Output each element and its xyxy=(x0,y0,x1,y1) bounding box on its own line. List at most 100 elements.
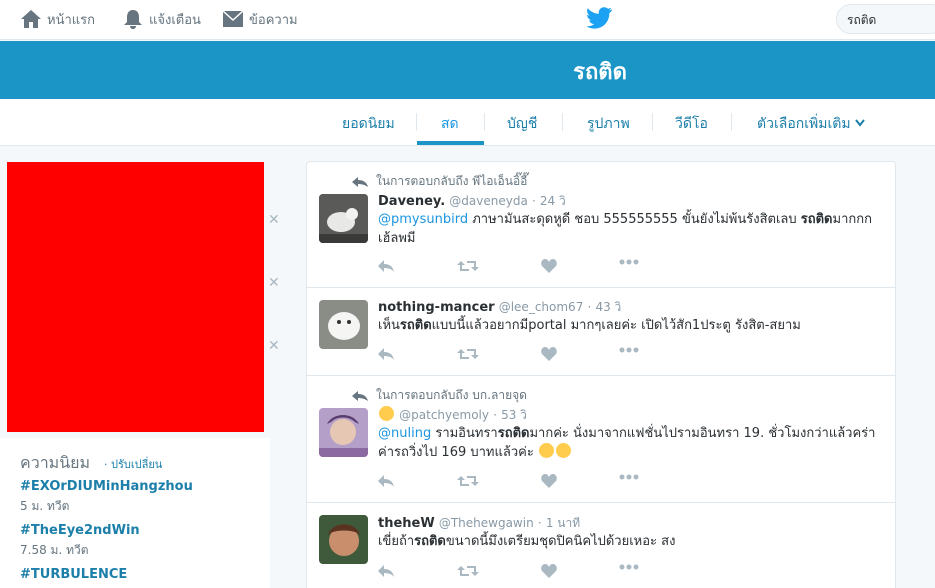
top-navigation: หน้าแรก แจ้งเตือน ข้อความ รถติด xyxy=(0,0,935,40)
handle[interactable]: @lee_chom67 xyxy=(499,300,584,314)
separator-dot: · xyxy=(493,408,497,422)
redacted-block xyxy=(7,162,264,432)
retweet-icon[interactable] xyxy=(457,259,479,273)
tab-divider xyxy=(416,113,417,131)
separator-dot: · xyxy=(531,194,536,208)
tweet[interactable]: ในการตอบกลับถึง บก.ลายจุด @patchyemoly ·… xyxy=(307,376,895,503)
tweet-header: nothing-mancer @lee_chom67 · 43 วิ xyxy=(378,298,621,317)
handle[interactable]: @patchyemoly xyxy=(399,408,489,422)
timestamp[interactable]: 53 วิ xyxy=(501,408,527,422)
tab-live[interactable]: สด xyxy=(441,113,459,135)
handle[interactable]: @daveneyda xyxy=(449,194,528,208)
nav-messages[interactable]: ข้อความ xyxy=(222,8,298,30)
tweet-header: theheW @Thehewgawin · 1 นาที xyxy=(378,514,580,533)
dismiss-icon[interactable]: ✕ xyxy=(268,212,280,228)
nav-messages-label: ข้อความ xyxy=(249,12,298,28)
avatar-photo xyxy=(319,194,368,243)
retweet-icon[interactable] xyxy=(457,564,479,578)
reply-context-text: ในการตอบกลับถึง บก.ลายจุด xyxy=(376,388,527,402)
screaming-emoji-icon xyxy=(538,443,554,458)
avatar-photo xyxy=(319,515,368,564)
tab-divider xyxy=(484,113,485,131)
timestamp[interactable]: 1 นาที xyxy=(546,516,580,530)
tab-more-options[interactable]: ตัวเลือกเพิ่มเติม xyxy=(757,113,865,135)
nav-notifications-label: แจ้งเตือน xyxy=(149,12,201,28)
separator-dot: · xyxy=(537,516,542,530)
tweet-text-part: เขี่ยถ้า xyxy=(378,534,415,549)
handle[interactable]: @Thehewgawin xyxy=(439,516,534,530)
timestamp[interactable]: 43 วิ xyxy=(595,300,621,314)
tab-more-options-label: ตัวเลือกเพิ่มเติม xyxy=(757,116,851,132)
dismiss-icon[interactable]: ✕ xyxy=(268,275,280,291)
tab-videos[interactable]: วีดีโอ xyxy=(675,113,708,135)
trend-count: 7.58 ม. ทวีต xyxy=(20,543,89,557)
tweet-text: @nuling รามอินทรารถติดมากค่ะ นั่งมาจากแฟ… xyxy=(378,424,883,462)
reply-arrow-icon xyxy=(352,176,368,187)
active-tab-indicator xyxy=(417,141,484,145)
reply-icon[interactable] xyxy=(377,474,395,488)
avatar[interactable] xyxy=(319,515,368,564)
like-icon[interactable] xyxy=(541,259,557,273)
tweet[interactable]: nothing-mancer @lee_chom67 · 43 วิ เห็นร… xyxy=(307,288,895,376)
trends-change-link[interactable]: · ปรับเปลี่ยน xyxy=(104,455,162,473)
more-options-icon[interactable] xyxy=(619,347,639,353)
trends-panel: ความนิยม · ปรับเปลี่ยน #EXOrDIUMinHangzh… xyxy=(0,438,270,588)
tweet-text: @pmysunbird ภาษามันสะดุดหูดี ชอบ 5555555… xyxy=(378,210,883,248)
search-highlight: รถติด xyxy=(414,534,446,549)
display-name[interactable]: theheW xyxy=(378,516,435,531)
more-options-icon[interactable] xyxy=(619,474,639,480)
reply-arrow-icon xyxy=(352,390,368,401)
bell-icon xyxy=(124,10,142,29)
reply-context: ในการตอบกลับถึง บก.ลายจุด xyxy=(352,386,527,405)
home-icon xyxy=(21,10,41,28)
tweet-text-part: ภาษามันสะดุดหูดี ชอบ 555555555 ขั้นยังไม… xyxy=(468,212,801,227)
envelope-icon xyxy=(222,10,244,27)
trend-link[interactable]: #TURBULENCE xyxy=(20,567,127,582)
like-icon[interactable] xyxy=(541,347,557,361)
retweet-icon[interactable] xyxy=(457,347,479,361)
avatar[interactable] xyxy=(319,194,368,243)
reply-icon[interactable] xyxy=(377,347,395,361)
nav-home[interactable]: หน้าแรก xyxy=(20,8,95,30)
tweet-text-part: รามอินทรา xyxy=(431,426,498,441)
more-options-icon[interactable] xyxy=(619,259,639,265)
search-banner: รถติด xyxy=(0,41,935,99)
like-icon[interactable] xyxy=(541,474,557,488)
tab-divider xyxy=(562,113,563,131)
tweet-text-part: ขนาดนี้มึงเตรียมชุดปิคนิคไปด้วยเหอะ สง xyxy=(445,534,676,549)
tab-accounts[interactable]: บัญชี xyxy=(507,113,537,135)
timestamp[interactable]: 24 วิ xyxy=(540,194,566,208)
reply-icon[interactable] xyxy=(377,564,395,578)
tweet[interactable]: ในการตอบกลับถึง พีไอเอ็นอิ๊อี๊ Daveney. … xyxy=(307,162,895,288)
mention-link[interactable]: @nuling xyxy=(378,426,431,441)
tweet[interactable]: theheW @Thehewgawin · 1 นาที เขี่ยถ้ารถต… xyxy=(307,503,895,588)
twitter-bird-icon[interactable] xyxy=(587,6,613,30)
tweet-header: Daveney. @daveneyda · 24 วิ xyxy=(378,192,566,211)
separator-dot: · xyxy=(587,300,592,314)
nav-home-label: หน้าแรก xyxy=(47,12,95,28)
dismiss-icon[interactable]: ✕ xyxy=(268,338,280,354)
retweet-icon[interactable] xyxy=(457,474,479,488)
trend-link[interactable]: #TheEye2ndWin xyxy=(20,523,140,538)
search-highlight: รถติด xyxy=(399,318,432,333)
tab-photos[interactable]: รูปภาพ xyxy=(587,113,630,135)
avatar[interactable] xyxy=(319,300,368,349)
tweet-text: เห็นรถติดแบบนี้แล้วอยากมีportal มากๆเลยค… xyxy=(378,316,883,335)
display-name[interactable]: nothing-mancer xyxy=(378,300,495,315)
trend-link[interactable]: #EXOrDIUMinHangzhou xyxy=(20,479,193,494)
mention-link[interactable]: @pmysunbird xyxy=(378,212,468,227)
more-options-icon[interactable] xyxy=(619,564,639,570)
avatar[interactable] xyxy=(319,408,368,457)
reply-icon[interactable] xyxy=(377,259,395,273)
search-input[interactable]: รถติด xyxy=(836,4,935,34)
avatar-photo xyxy=(319,300,368,349)
reply-context: ในการตอบกลับถึง พีไอเอ็นอิ๊อี๊ xyxy=(352,172,527,191)
timeline: ในการตอบกลับถึง พีไอเอ็นอิ๊อี๊ Daveney. … xyxy=(306,161,896,588)
search-highlight: รถติด xyxy=(800,212,833,227)
tab-top[interactable]: ยอดนิยม xyxy=(342,113,395,135)
nav-notifications[interactable]: แจ้งเตือน xyxy=(122,8,201,30)
tweet-text-part: แบบนี้แล้วอยากมีportal มากๆเลยค่ะ เปิดไว… xyxy=(431,318,801,333)
like-icon[interactable] xyxy=(541,564,557,578)
display-name[interactable]: Daveney. xyxy=(378,194,445,209)
search-highlight: รถติด xyxy=(497,426,530,441)
